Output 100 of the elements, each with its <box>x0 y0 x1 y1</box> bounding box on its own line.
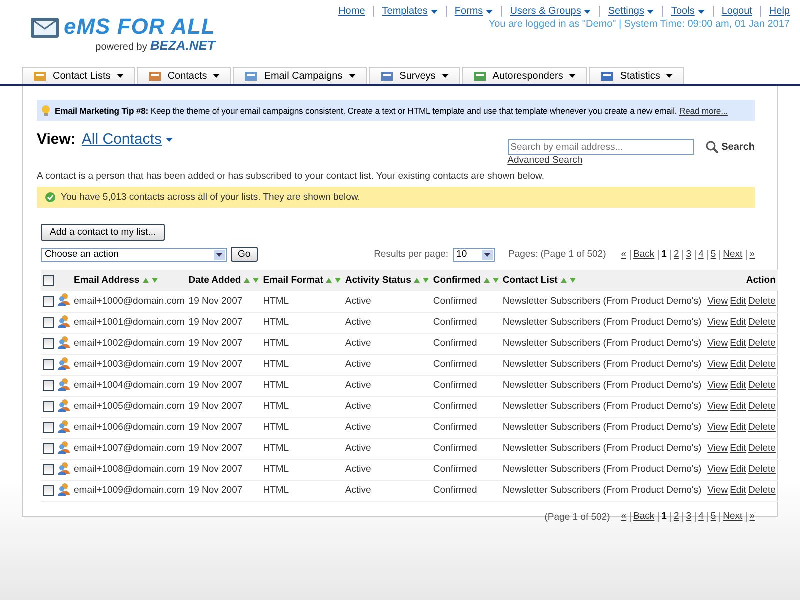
caret-icon[interactable] <box>430 10 438 14</box>
menu-tab[interactable]: Statistics <box>589 67 684 84</box>
column-header[interactable]: Activity Status <box>345 275 412 286</box>
sort-arrows-icon[interactable] <box>244 277 260 284</box>
page-link[interactable]: Next <box>719 250 746 260</box>
page-link[interactable]: 5 <box>706 512 720 522</box>
sort-arrows-icon[interactable] <box>414 277 430 284</box>
row-action-link[interactable]: Edit <box>730 422 746 433</box>
row-action-link[interactable]: Delete <box>748 317 776 328</box>
page-link[interactable]: Back <box>630 250 658 260</box>
view-dropdown[interactable]: All Contacts <box>82 131 173 148</box>
add-contact-button[interactable]: Add a contact to my list... <box>41 224 166 241</box>
nav-link[interactable]: Settings <box>608 6 644 17</box>
read-more-link[interactable]: Read more... <box>679 106 728 116</box>
page-link[interactable]: » <box>746 512 755 522</box>
sort-arrows-icon[interactable] <box>560 277 576 284</box>
caret-icon[interactable] <box>698 10 705 14</box>
page-link[interactable]: » <box>746 250 755 260</box>
row-action-link[interactable]: View <box>708 464 728 475</box>
page-link[interactable]: Next <box>719 512 746 522</box>
row-action-link[interactable]: View <box>708 296 728 307</box>
sort-arrows-icon[interactable] <box>142 277 158 284</box>
row-action-link[interactable]: Delete <box>748 338 776 349</box>
row-action-link[interactable]: View <box>708 443 728 454</box>
page-link[interactable]: Back <box>630 512 658 522</box>
row-action-link[interactable]: Edit <box>730 443 746 454</box>
dropdown-arrow-icon[interactable] <box>482 250 493 260</box>
column-header[interactable]: Contact List <box>502 275 558 286</box>
row-checkbox[interactable] <box>43 464 54 475</box>
row-checkbox[interactable] <box>43 400 54 412</box>
column-header[interactable]: Action <box>746 275 776 286</box>
row-action-link[interactable]: View <box>708 338 728 349</box>
menu-tab[interactable]: Email Campaigns <box>233 67 367 84</box>
menu-tab[interactable]: Contact Lists <box>22 67 135 84</box>
row-action-link[interactable]: Delete <box>748 443 776 454</box>
page-link[interactable]: 4 <box>694 250 707 260</box>
search-button[interactable]: Search <box>706 140 755 154</box>
nav-link[interactable]: Users & Groups <box>510 6 582 17</box>
nav-link[interactable]: Help <box>769 6 790 17</box>
results-per-page-select[interactable]: 10 <box>452 248 495 262</box>
row-action-link[interactable]: View <box>708 380 728 391</box>
dropdown-arrow-icon[interactable] <box>214 250 225 260</box>
nav-link[interactable]: Tools <box>671 6 695 17</box>
nav-link[interactable]: Templates <box>382 6 428 17</box>
caret-icon[interactable] <box>584 10 592 14</box>
column-header[interactable]: Confirmed <box>433 275 481 286</box>
page-link[interactable]: 1 <box>658 250 670 260</box>
row-action-link[interactable]: Edit <box>730 401 746 412</box>
row-action-link[interactable]: Delete <box>748 296 776 307</box>
page-link[interactable]: 2 <box>670 512 682 522</box>
row-action-link[interactable]: View <box>708 359 728 370</box>
row-checkbox[interactable] <box>43 380 54 391</box>
row-action-link[interactable]: View <box>708 317 728 328</box>
caret-icon[interactable] <box>647 10 654 14</box>
row-action-link[interactable]: Delete <box>748 359 776 370</box>
menu-tab[interactable]: Autoresponders <box>462 67 588 84</box>
page-link[interactable]: 5 <box>706 250 720 260</box>
sort-arrows-icon[interactable] <box>484 277 499 284</box>
go-button[interactable]: Go <box>231 247 258 262</box>
row-action-link[interactable]: View <box>708 422 728 433</box>
row-action-link[interactable]: Edit <box>730 464 746 475</box>
caret-icon[interactable] <box>486 10 494 14</box>
row-action-link[interactable]: Delete <box>748 485 776 496</box>
row-action-link[interactable]: View <box>708 485 728 496</box>
menu-tab[interactable]: Contacts <box>136 67 232 84</box>
row-checkbox[interactable] <box>43 422 54 433</box>
search-field[interactable]: Search by email address... <box>508 139 694 155</box>
row-action-link[interactable]: Edit <box>730 338 746 349</box>
page-link[interactable]: 1 <box>658 512 670 522</box>
row-action-link[interactable]: Delete <box>748 422 776 433</box>
column-header[interactable]: Email Address <box>74 275 140 286</box>
row-action-link[interactable]: View <box>708 401 728 412</box>
sort-arrows-icon[interactable] <box>326 277 342 284</box>
menu-tab[interactable]: Surveys <box>368 67 460 84</box>
row-action-link[interactable]: Delete <box>748 401 776 412</box>
row-action-link[interactable]: Edit <box>730 317 746 328</box>
row-checkbox[interactable] <box>43 316 54 328</box>
nav-link[interactable]: Home <box>338 6 366 17</box>
page-link[interactable]: 3 <box>682 512 695 522</box>
page-link[interactable]: « <box>618 512 630 522</box>
row-action-link[interactable]: Edit <box>730 296 746 307</box>
page-link[interactable]: 3 <box>682 250 695 260</box>
row-action-link[interactable]: Edit <box>730 380 746 391</box>
row-action-link[interactable]: Delete <box>748 380 776 391</box>
page-link[interactable]: 4 <box>694 512 707 522</box>
row-checkbox[interactable] <box>43 338 54 349</box>
advanced-search-link[interactable]: Advanced Search <box>508 155 755 166</box>
row-checkbox[interactable] <box>43 296 54 307</box>
row-checkbox[interactable] <box>43 358 54 370</box>
select-all-checkbox[interactable] <box>43 274 54 286</box>
page-link[interactable]: 2 <box>670 250 682 260</box>
row-action-link[interactable]: Edit <box>730 485 746 496</box>
row-action-link[interactable]: Edit <box>730 359 746 370</box>
row-action-link[interactable]: Delete <box>748 464 776 475</box>
row-checkbox[interactable] <box>43 442 54 454</box>
page-link[interactable]: « <box>618 250 630 260</box>
column-header[interactable]: Email Format <box>263 275 324 286</box>
row-checkbox[interactable] <box>43 484 54 496</box>
nav-link[interactable]: Forms <box>454 6 484 17</box>
column-header[interactable]: Date Added <box>188 275 242 286</box>
